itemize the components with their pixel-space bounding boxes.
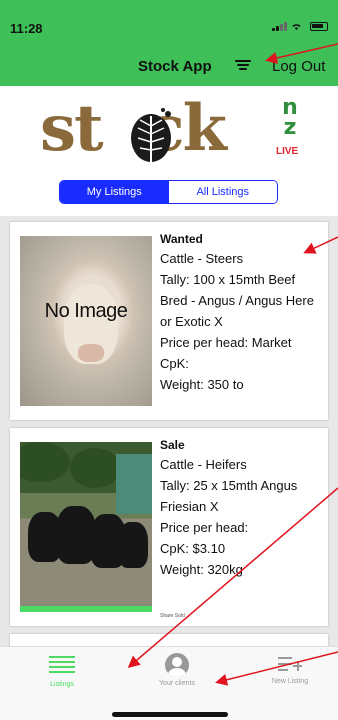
tab-new-listing[interactable]: New Listing <box>250 653 330 685</box>
listing-tally: Tally: 100 x 15mth Beef Bred - Angus / A… <box>160 272 314 329</box>
listing-price: Price per head: <box>160 520 249 535</box>
listing-card[interactable]: Sale Cattle - Heifers Tally: 25 x 15mth … <box>10 428 328 626</box>
segment-my-listings[interactable]: My Listings <box>60 181 169 203</box>
avatar-icon <box>165 653 189 677</box>
listing-details: Wanted Cattle - Steers Tally: 100 x 15mt… <box>160 230 326 395</box>
tab-bar: Listings Your clients New Listing <box>0 646 338 720</box>
listing-weight: Weight: 350 to <box>160 377 244 392</box>
listing-card[interactable]: Sale <box>10 634 328 646</box>
listings-list[interactable]: No Image Wanted Cattle - Steers Tally: 1… <box>0 216 338 646</box>
logo-nz: nz <box>282 95 298 140</box>
listing-details: Sale Cattle - Heifers Tally: 25 x 15mth … <box>160 436 326 580</box>
listing-category: Cattle - Heifers <box>160 457 247 472</box>
new-listing-icon <box>278 653 302 675</box>
wifi-icon <box>292 24 301 31</box>
listing-thumbnail <box>20 442 152 612</box>
battery-icon <box>310 22 328 31</box>
listing-category: Cattle - Steers <box>160 251 244 266</box>
leaf-logo-icon <box>131 108 171 162</box>
listing-price: Price per head: Market <box>160 335 292 350</box>
logo-live: LIVE <box>276 146 299 157</box>
listing-type: Sale <box>160 438 185 452</box>
listing-cpk: CpK: $3.10 <box>160 541 226 556</box>
segment-all-listings[interactable]: All Listings <box>168 181 277 203</box>
listing-type: Wanted <box>160 232 203 246</box>
share-sold-label: Share Sold <box>160 613 185 619</box>
stocknz-logo: st ck nz LIVE <box>40 94 310 166</box>
status-bar: 11:28 <box>0 0 338 44</box>
listing-tally: Tally: 25 x 15mth Angus Friesian X <box>160 478 298 514</box>
tab-label: Listings <box>50 681 74 688</box>
nav-title: Stock App <box>138 58 212 75</box>
system-icons <box>272 22 328 31</box>
filter-menu-icon[interactable] <box>235 58 251 72</box>
logout-button[interactable]: Log Out <box>272 58 325 75</box>
tab-your-clients[interactable]: Your clients <box>137 653 217 687</box>
listings-segmented-control: My Listings All Listings <box>59 180 278 204</box>
tab-label: New Listing <box>271 678 309 685</box>
listing-card[interactable]: No Image Wanted Cattle - Steers Tally: 1… <box>10 222 328 420</box>
navigation-bar: 11:28 Stock App Log Out <box>0 0 338 86</box>
no-image-label: No Image <box>44 300 128 322</box>
listing-weight: Weight: 320kg <box>160 562 243 577</box>
home-indicator <box>112 712 228 717</box>
status-time: 11:28 <box>10 21 43 36</box>
signal-icon <box>272 22 287 31</box>
tab-listings[interactable]: Listings <box>22 653 102 688</box>
tab-label: Your clients <box>159 680 195 687</box>
listing-thumbnail: No Image <box>20 236 152 406</box>
list-icon <box>49 656 75 678</box>
listing-cpk: CpK: <box>160 356 189 371</box>
